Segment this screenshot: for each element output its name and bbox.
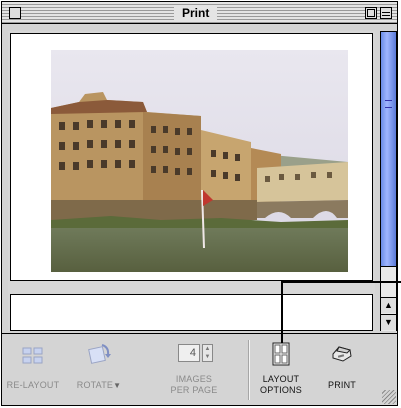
rotate-button[interactable]: ROTATE▼	[68, 334, 130, 406]
layout-options-label: LAYOUT OPTIONS	[252, 374, 310, 396]
scroll-down-arrow-icon[interactable]: ▼	[381, 314, 396, 330]
scroll-up-arrow-icon[interactable]: ▲	[381, 297, 396, 313]
collapse-box[interactable]	[380, 7, 392, 19]
preview-photo[interactable]	[51, 50, 348, 272]
images-per-page-label-line2: PER PAGE	[170, 385, 218, 395]
toolbar-separator	[248, 340, 250, 400]
rotate-dropdown-arrow-icon: ▼	[113, 381, 122, 390]
title-bar[interactable]: Print	[2, 2, 397, 24]
callout-line-horizontal	[281, 281, 401, 283]
layout-grid-icon	[272, 342, 290, 371]
print-window: Print ▲ ▼ RE-LAYOUT ROTATE▼ 4 ▲ ▼ IMAGES…	[1, 1, 398, 406]
stepper-up-icon[interactable]: ▲	[203, 345, 212, 353]
relayout-button[interactable]: RE-LAYOUT	[4, 334, 62, 406]
images-per-page-control: 4 ▲ ▼ IMAGES PER PAGE	[160, 334, 228, 406]
resize-grip-icon[interactable]	[382, 390, 396, 404]
rotate-label-text: ROTATE	[76, 380, 114, 390]
images-per-page-label-line1: IMAGES	[175, 374, 213, 384]
images-per-page-label: IMAGES PER PAGE	[160, 374, 228, 396]
relayout-icon	[22, 346, 44, 371]
images-per-page-stepper[interactable]: ▲ ▼	[202, 344, 213, 362]
close-box[interactable]	[9, 7, 21, 19]
scroll-grip-icon	[385, 100, 392, 108]
rotate-label: ROTATE▼	[68, 380, 130, 391]
images-per-page-value[interactable]: 4	[178, 344, 200, 362]
scroll-thumb[interactable]	[381, 31, 396, 267]
print-label: PRINT	[328, 380, 356, 390]
vertical-scrollbar[interactable]: ▲ ▼	[380, 31, 397, 331]
next-page-preview[interactable]	[10, 294, 373, 331]
rotate-icon	[86, 342, 112, 371]
layout-options-label-line2: OPTIONS	[260, 385, 302, 395]
toolbar: RE-LAYOUT ROTATE▼ 4 ▲ ▼ IMAGES PER PAGE …	[2, 333, 397, 405]
page-preview[interactable]	[10, 33, 373, 281]
zoom-box[interactable]	[365, 7, 377, 19]
layout-options-label-line1: LAYOUT	[262, 374, 300, 384]
relayout-label: RE-LAYOUT	[6, 380, 60, 390]
window-title: Print	[174, 5, 218, 21]
printer-icon	[330, 344, 354, 369]
photo-image	[51, 50, 348, 272]
stepper-down-icon[interactable]: ▼	[203, 353, 212, 361]
preview-area	[8, 31, 375, 331]
print-button[interactable]: PRINT	[317, 334, 367, 406]
callout-line-vertical	[281, 281, 283, 343]
layout-options-button[interactable]: LAYOUT OPTIONS	[252, 334, 310, 406]
